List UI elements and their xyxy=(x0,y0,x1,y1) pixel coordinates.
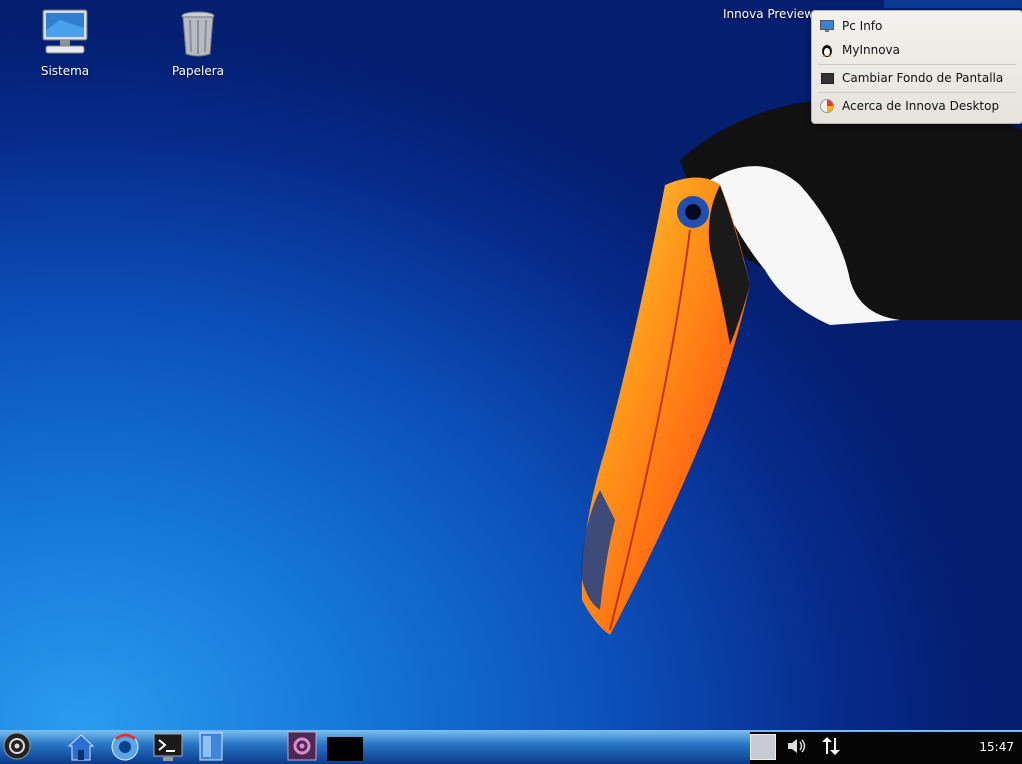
wallpaper-icon xyxy=(820,71,834,85)
terminal-launcher[interactable] xyxy=(153,732,183,762)
menu-separator xyxy=(818,92,1016,93)
volume-icon xyxy=(786,739,808,759)
open-window-button[interactable] xyxy=(327,732,363,762)
desktop-icon-sistema[interactable]: Sistema xyxy=(20,6,110,78)
tux-icon xyxy=(820,43,834,57)
menu-item-cambiar-fondo[interactable]: Cambiar Fondo de Pantalla xyxy=(820,67,1016,89)
window-icon xyxy=(327,731,363,764)
clock[interactable]: 15:47 xyxy=(979,740,1014,754)
menu-item-pc-info[interactable]: Pc Info xyxy=(820,15,1016,37)
desktop-icon-label: Sistema xyxy=(40,64,90,78)
menu-item-label: Cambiar Fondo de Pantalla xyxy=(842,71,1004,85)
menu-item-myinnova[interactable]: MyInnova xyxy=(820,39,1016,61)
toucan-wallpaper xyxy=(580,98,1022,635)
menu-separator xyxy=(818,64,1016,65)
home-icon xyxy=(66,731,96,764)
start-menu-icon xyxy=(3,732,31,763)
desktop-icon-label: Papelera xyxy=(171,64,225,78)
browser-icon xyxy=(110,731,140,764)
settings-launcher[interactable] xyxy=(287,731,317,764)
volume-button[interactable] xyxy=(786,736,808,759)
menu-item-label: Acerca de Innova Desktop xyxy=(842,99,1000,113)
network-button[interactable] xyxy=(820,736,842,759)
monitor-icon xyxy=(820,19,834,33)
file-manager-launcher[interactable] xyxy=(196,732,226,762)
context-menu: Pc Info MyInnova Cambiar Fondo de Pantal… xyxy=(811,10,1022,124)
system-tray: 15:47 xyxy=(750,732,1022,764)
file-manager-icon xyxy=(196,731,226,764)
terminal-icon xyxy=(153,731,183,764)
innova-logo-icon xyxy=(820,99,834,113)
network-icon xyxy=(820,737,842,759)
menu-item-label: MyInnova xyxy=(842,43,901,57)
trash-icon xyxy=(153,6,243,58)
browser-launcher[interactable] xyxy=(110,732,140,762)
computer-icon xyxy=(20,6,110,58)
top-panel-title: Innova Preview xyxy=(723,7,815,21)
desktop-icon-papelera[interactable]: Papelera xyxy=(153,6,243,78)
menu-item-label: Pc Info xyxy=(842,19,883,33)
settings-icon xyxy=(287,731,317,764)
home-launcher[interactable] xyxy=(66,732,96,762)
top-tray-strip xyxy=(884,0,1022,8)
menu-item-acerca-de[interactable]: Acerca de Innova Desktop xyxy=(820,95,1016,117)
workspace-switcher[interactable] xyxy=(750,734,776,760)
start-menu-button[interactable] xyxy=(2,732,32,762)
